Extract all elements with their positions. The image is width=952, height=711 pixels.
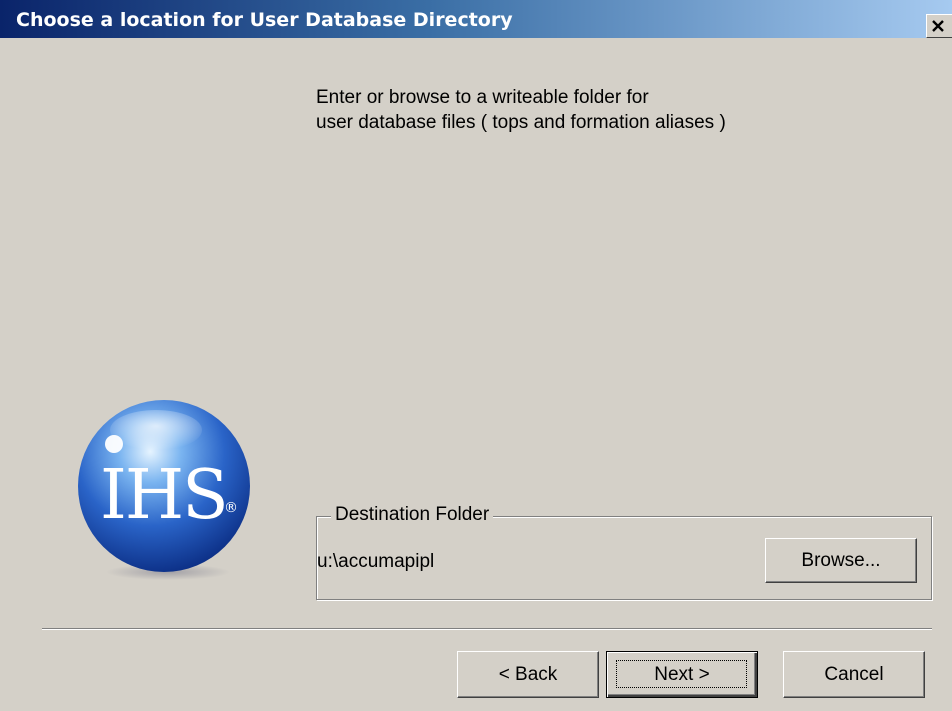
cancel-button[interactable]: Cancel: [783, 651, 925, 698]
back-button-label: < Back: [498, 663, 558, 685]
logo-registered-mark: ®: [224, 500, 238, 516]
close-button[interactable]: [926, 14, 952, 38]
title-bar[interactable]: Choose a location for User Database Dire…: [0, 0, 952, 38]
instruction-line-2: user database files ( tops and formation…: [316, 112, 726, 133]
footer-separator: [42, 628, 932, 630]
instruction-line-1: Enter or browse to a writeable folder fo…: [316, 87, 649, 108]
close-icon: [932, 20, 944, 32]
instruction-text: Enter or browse to a writeable folder fo…: [316, 85, 726, 135]
wizard-dialog: Choose a location for User Database Dire…: [0, 0, 952, 711]
browse-button[interactable]: Browse...: [765, 538, 917, 583]
cancel-button-label: Cancel: [824, 663, 884, 685]
ihs-logo: IHS ®: [78, 400, 250, 580]
logo-text: IHS: [100, 456, 227, 535]
destination-folder-label: Destination Folder: [331, 502, 494, 528]
destination-path: u:\accumapipl: [317, 551, 435, 572]
browse-button-label: Browse...: [801, 549, 881, 571]
next-button-label: Next >: [654, 663, 710, 685]
next-button[interactable]: Next >: [606, 651, 758, 698]
back-button[interactable]: < Back: [457, 651, 599, 698]
window-title: Choose a location for User Database Dire…: [16, 9, 513, 31]
